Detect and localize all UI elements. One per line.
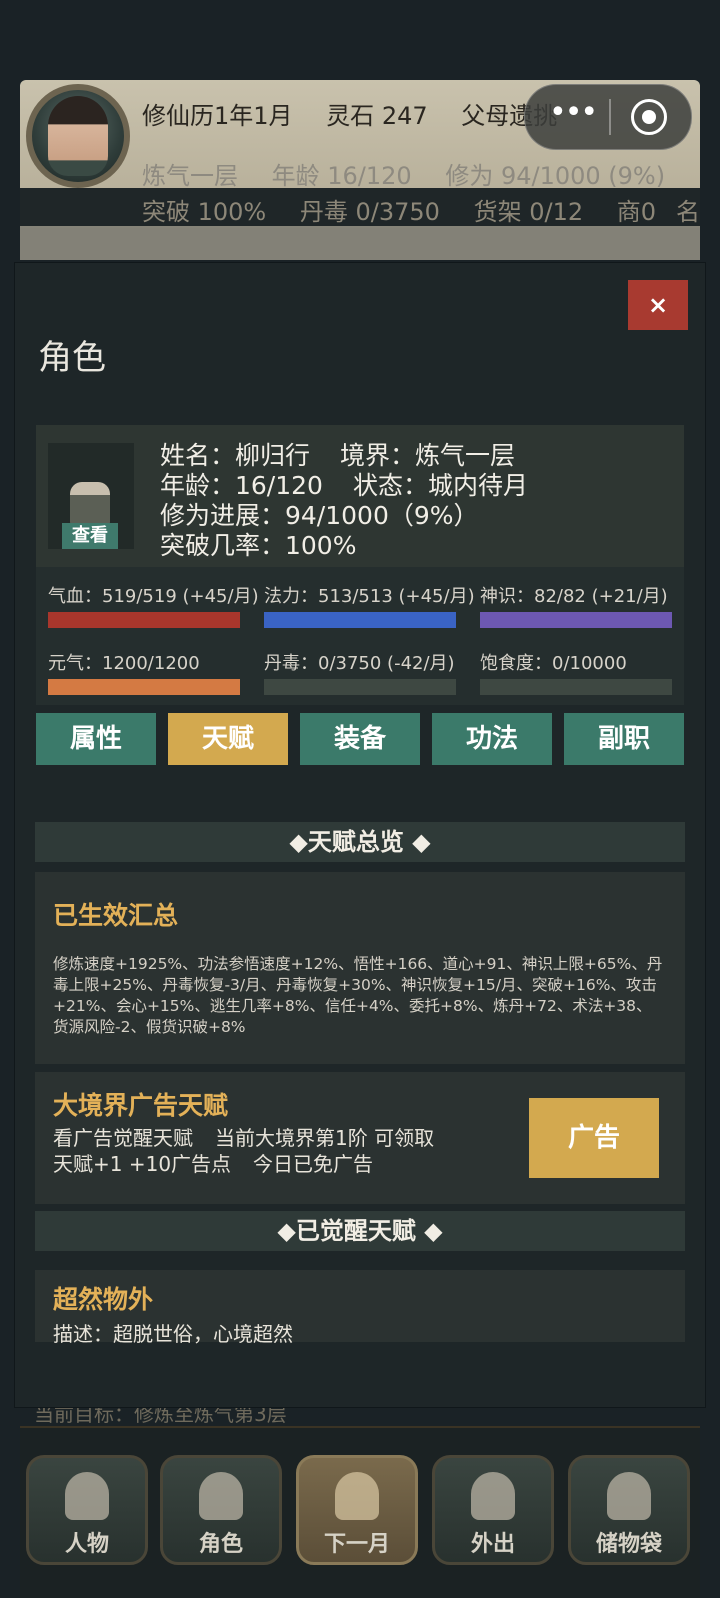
tab-techniques[interactable]: 功法	[432, 713, 552, 765]
gourd-icon	[199, 1472, 243, 1520]
flag-icon	[335, 1472, 379, 1520]
stat-satiety-label: 饱食度：0/10000	[480, 653, 627, 674]
nav-label: 角色	[198, 1532, 243, 1557]
stat-poison-label: 丹毒：0/3750 (-42/月)	[264, 653, 455, 674]
ad-talent-title: 大境界广告天赋	[53, 1091, 229, 1120]
character-breakthrough: 突破几率：100%	[160, 531, 357, 560]
nav-label: 外出	[470, 1532, 515, 1557]
hud-poison: 丹毒 0/3750	[299, 198, 440, 226]
hud-row-3: 突破 100% 丹毒 0/3750 货架 0/12 商0	[142, 192, 682, 227]
effective-summary-card: 已生效汇总 修炼速度+1925%、功法参悟速度+12%、悟性+166、道心+91…	[35, 872, 685, 1064]
ad-talent-reward: 天赋+1 +10广告点	[53, 1152, 232, 1176]
stat-fill	[48, 679, 240, 695]
watch-ad-button[interactable]: 广告	[529, 1098, 659, 1178]
summary-text: 修炼速度+1925%、功法参悟速度+12%、悟性+166、道心+91、神识上限+…	[53, 955, 663, 1036]
stat-vitality-bar	[48, 679, 240, 695]
hud-merchant: 商0	[616, 198, 657, 226]
nav-people-button[interactable]: 人物	[26, 1455, 148, 1565]
nav-outing-button[interactable]: 外出	[432, 1455, 554, 1565]
stat-spirit-label: 神识：82/82 (+21/月)	[480, 586, 668, 607]
nav-label: 储物袋	[595, 1532, 662, 1557]
capsule-divider	[609, 99, 611, 135]
ad-talent-info: 看广告觉醒天赋	[53, 1126, 193, 1150]
ad-talent-line-2: 天赋+1 +10广告点 今日已免广告	[53, 1148, 373, 1177]
hud-realm: 炼气一层	[142, 162, 238, 190]
talent-card: 超然物外 描述：超脱世俗，心境超然	[35, 1270, 685, 1346]
stat-satiety-bar	[480, 679, 672, 695]
tab-talents[interactable]: 天赋	[168, 713, 288, 765]
stat-vitality-label: 元气：1200/1200	[48, 653, 200, 674]
awakened-talents-header: ◆已觉醒天赋 ◆	[35, 1211, 685, 1251]
nav-character-button[interactable]: 角色	[160, 1455, 282, 1565]
stat-poison-bar	[264, 679, 456, 695]
close-miniprogram-icon[interactable]	[631, 99, 667, 135]
ad-talent-line-1: 看广告觉醒天赋 当前大境界第1阶 可领取	[53, 1122, 434, 1151]
summary-title: 已生效汇总	[53, 901, 179, 930]
stat-mana-label: 法力：513/513 (+45/月)	[264, 586, 475, 607]
stat-spirit-bar	[480, 612, 672, 628]
tab-equipment[interactable]: 装备	[300, 713, 420, 765]
bag-icon	[607, 1472, 651, 1520]
hud-breakthrough: 突破 100%	[142, 198, 267, 226]
talent-overview-header: ◆天赋总览 ◆	[35, 822, 685, 862]
talent-name: 超然物外	[53, 1285, 154, 1314]
tab-attributes[interactable]: 属性	[36, 713, 156, 765]
miniprogram-capsule: •••	[524, 84, 692, 150]
hud-age: 年龄 16/120	[271, 162, 412, 190]
view-character-button[interactable]: 查看	[62, 523, 118, 549]
hud-cultivation: 修为 94/1000 (9%)	[445, 162, 666, 190]
more-icon[interactable]: •••	[549, 95, 598, 130]
stat-fill	[48, 612, 240, 628]
nav-next-month-button[interactable]: 下一月	[296, 1455, 418, 1565]
tab-side-jobs[interactable]: 副职	[564, 713, 684, 765]
ad-talent-stage: 当前大境界第1阶 可领取	[215, 1126, 435, 1150]
nav-label: 下一月	[323, 1532, 390, 1557]
stat-fill	[264, 612, 456, 628]
person-icon	[65, 1472, 109, 1520]
hud-spirit-stones: 灵石 247	[326, 102, 428, 130]
avatar-portrait-icon	[48, 96, 108, 176]
stat-fill	[480, 612, 672, 628]
hud-shelf: 货架 0/12	[473, 198, 584, 226]
hud-row-1: 修仙历1年1月 灵石 247 父母遗挑	[142, 96, 557, 131]
nav-storage-bag-button[interactable]: 储物袋	[568, 1455, 690, 1565]
hud-reputation: 名望	[676, 198, 700, 226]
lotus-icon	[471, 1472, 515, 1520]
modal-close-button[interactable]: ×	[628, 280, 688, 330]
ad-talent-free: 今日已免广告	[253, 1152, 374, 1176]
hud-date: 修仙历1年1月	[142, 102, 293, 130]
stat-hp-bar	[48, 612, 240, 628]
talent-description: 描述：超脱世俗，心境超然	[53, 1322, 293, 1346]
stat-mana-bar	[264, 612, 456, 628]
modal-title: 角色	[38, 338, 106, 378]
stat-hp-label: 气血：519/519 (+45/月)	[48, 586, 259, 607]
hud-row-2: 炼气一层 年龄 16/120 修为 94/1000 (9%)	[142, 156, 665, 191]
cultivator-figure-icon	[70, 482, 110, 526]
nav-label: 人物	[64, 1532, 109, 1557]
notice-strip	[20, 226, 700, 260]
